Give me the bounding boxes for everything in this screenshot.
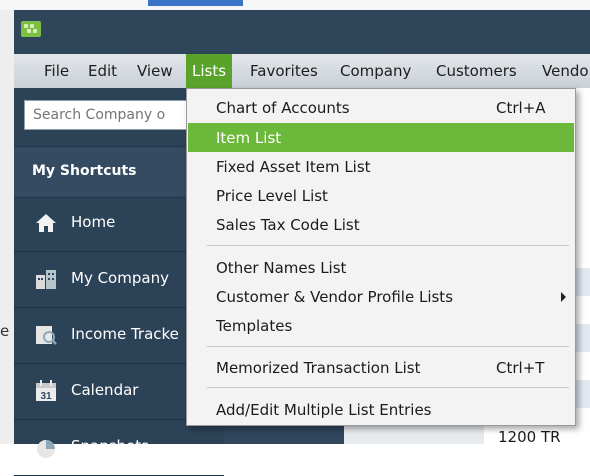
menu-item-label: Other Names List	[216, 259, 347, 277]
menu-separator	[207, 346, 569, 347]
shortcut-label: Snapshots	[71, 437, 149, 455]
my-company-icon	[36, 270, 56, 289]
shortcuts-header-label: My Shortcuts	[32, 163, 137, 179]
calendar-icon: 31	[36, 380, 56, 402]
menu-edit[interactable]: Edit	[82, 54, 123, 88]
menu-item-label: Customer & Vendor Profile Lists	[216, 288, 454, 306]
submenu-arrow-icon	[561, 292, 566, 302]
background-edge-text: e	[0, 322, 10, 340]
title-bar	[14, 10, 590, 54]
menu-file[interactable]: File	[38, 54, 75, 88]
menu-item-label: Add/Edit Multiple List Entries	[216, 401, 432, 419]
menu-company[interactable]: Company	[334, 54, 417, 88]
menu-item-label: Sales Tax Code List	[216, 216, 360, 234]
menu-lists[interactable]: Lists	[186, 54, 233, 88]
home-icon	[36, 214, 56, 232]
menu-view[interactable]: View	[131, 54, 179, 88]
shortcut-label: Calendar	[71, 381, 139, 399]
menu-item-label: Chart of Accounts	[216, 99, 350, 117]
menu-favorites[interactable]: Favorites	[244, 54, 324, 88]
menu-item-other-names-list[interactable]: Other Names List	[188, 253, 574, 282]
background-window-edge	[0, 10, 14, 444]
menu-item-item-list[interactable]: Item List	[188, 123, 574, 152]
lists-dropdown-menu: Chart of Accounts Ctrl+A Item List Fixed…	[186, 88, 576, 426]
menu-vendors[interactable]: Vendo	[536, 54, 590, 88]
menu-item-label: Item List	[216, 129, 282, 147]
menu-separator	[207, 387, 569, 388]
menu-item-chart-of-accounts[interactable]: Chart of Accounts Ctrl+A	[188, 93, 574, 122]
background-window-accent	[148, 0, 243, 6]
menu-item-shortcut: Ctrl+T	[496, 359, 545, 377]
menu-item-templates[interactable]: Templates	[188, 311, 574, 340]
menu-item-fixed-asset-item-list[interactable]: Fixed Asset Item List	[188, 152, 574, 181]
shortcut-label: My Company	[71, 269, 169, 287]
shortcut-label: Income Tracke	[71, 325, 179, 343]
snapshots-icon	[37, 440, 55, 458]
menu-item-sales-tax-code-list[interactable]: Sales Tax Code List	[188, 210, 574, 239]
menu-bar: File Edit View Lists Favorites Company C…	[14, 54, 590, 89]
menu-item-label: Fixed Asset Item List	[216, 158, 371, 176]
income-tracker-icon	[36, 326, 57, 345]
shortcut-label: Home	[71, 213, 116, 231]
shortcut-snapshots[interactable]: Snapshots	[14, 420, 224, 476]
menu-item-shortcut: Ctrl+A	[496, 99, 546, 117]
menu-customers[interactable]: Customers	[430, 54, 523, 88]
calendar-icon-text: 31	[40, 391, 52, 402]
menu-separator	[207, 245, 569, 246]
menu-item-customer-vendor-profile-lists[interactable]: Customer & Vendor Profile Lists	[188, 282, 574, 311]
menu-item-label: Price Level List	[216, 187, 328, 205]
background-strip	[0, 0, 590, 10]
menu-item-label: Templates	[216, 317, 293, 335]
content-value: 1200 TR	[498, 428, 561, 446]
menu-item-add-edit-multiple-list-entries[interactable]: Add/Edit Multiple List Entries	[188, 395, 574, 424]
menu-item-memorized-transaction-list[interactable]: Memorized Transaction List Ctrl+T	[188, 353, 574, 382]
app-logo-icon	[21, 21, 41, 37]
menu-item-label: Memorized Transaction List	[216, 359, 421, 377]
menu-item-price-level-list[interactable]: Price Level List	[188, 181, 574, 210]
